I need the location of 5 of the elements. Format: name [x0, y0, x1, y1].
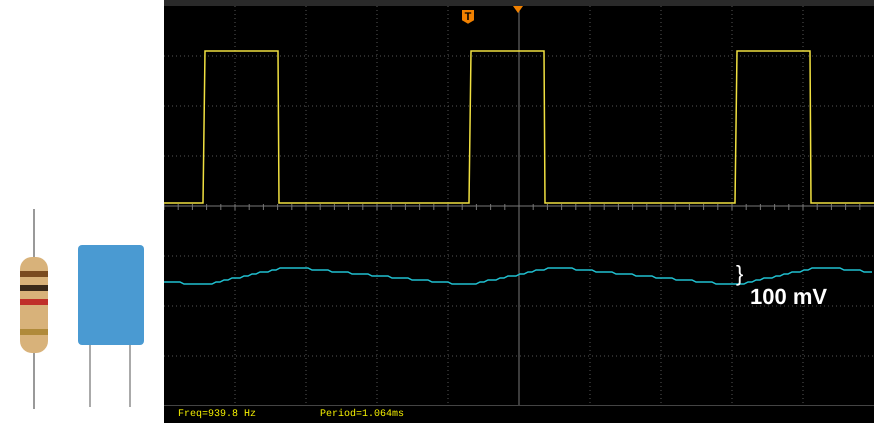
trigger-marker: T	[462, 10, 474, 24]
measurement-text: Freq=939.8 Hz	[178, 408, 256, 420]
scale-label: 100 mV	[750, 284, 828, 310]
measurement-text: Period=1.064ms	[320, 408, 404, 420]
brace-mark: }	[736, 262, 744, 286]
